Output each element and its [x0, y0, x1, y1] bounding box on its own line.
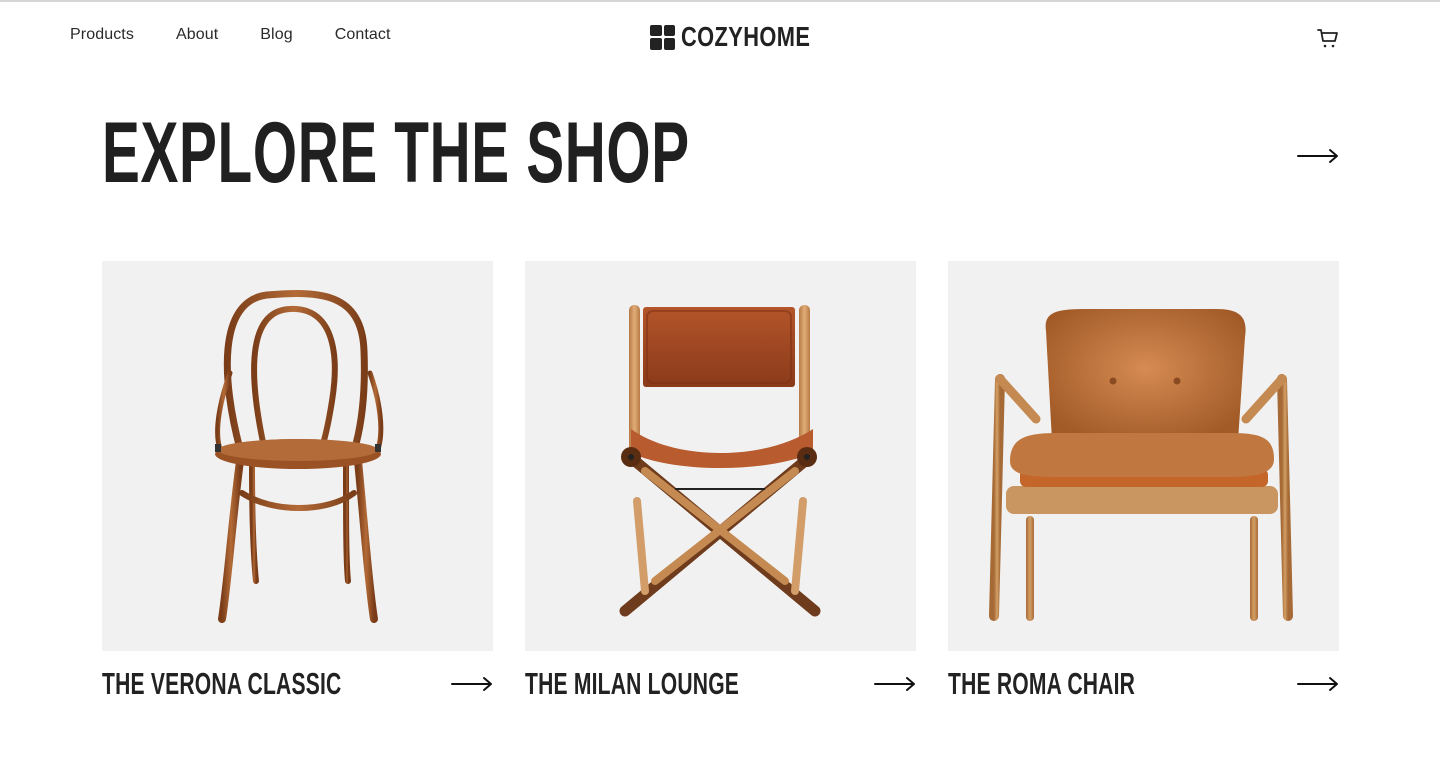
product-title[interactable]: THE ROMA CHAIR	[948, 667, 1135, 701]
product-image-milan[interactable]	[525, 261, 916, 651]
product-image-verona[interactable]	[102, 261, 493, 651]
product-grid: THE VERONA CLASSIC THE MILAN LOUNGE THE …	[102, 261, 1339, 711]
cart-button[interactable]	[1316, 26, 1340, 50]
arrow-right-icon[interactable]	[1297, 674, 1339, 694]
arrow-right-icon	[1297, 149, 1338, 163]
product-title[interactable]: THE MILAN LOUNGE	[525, 667, 739, 701]
product-image-roma[interactable]	[948, 261, 1339, 651]
nav-contact[interactable]: Contact	[335, 26, 391, 44]
brand-logo[interactable]: COZYHOME	[650, 23, 847, 51]
arrow-right-icon[interactable]	[874, 674, 916, 694]
bentwood-chair-image	[215, 290, 384, 623]
page-title: EXPLORE THE SHOP	[102, 105, 690, 201]
explore-shop-button[interactable]	[1296, 146, 1340, 166]
main-nav: Products About Blog Contact	[70, 26, 433, 44]
shopping-cart-icon	[1317, 29, 1338, 48]
nav-about[interactable]: About	[176, 26, 218, 44]
product-card[interactable]: THE ROMA CHAIR	[948, 261, 1339, 711]
product-card[interactable]: THE MILAN LOUNGE	[525, 261, 916, 711]
product-title[interactable]: THE VERONA CLASSIC	[102, 667, 341, 701]
director-chair-image	[619, 305, 821, 617]
arrow-right-icon[interactable]	[451, 674, 493, 694]
nav-products[interactable]: Products	[70, 26, 134, 44]
product-card[interactable]: THE VERONA CLASSIC	[102, 261, 493, 711]
nav-blog[interactable]: Blog	[260, 26, 292, 44]
lounge-armchair-image	[989, 309, 1293, 621]
brand-name: COZYHOME	[681, 21, 811, 52]
four-squares-logo-icon	[650, 24, 675, 50]
